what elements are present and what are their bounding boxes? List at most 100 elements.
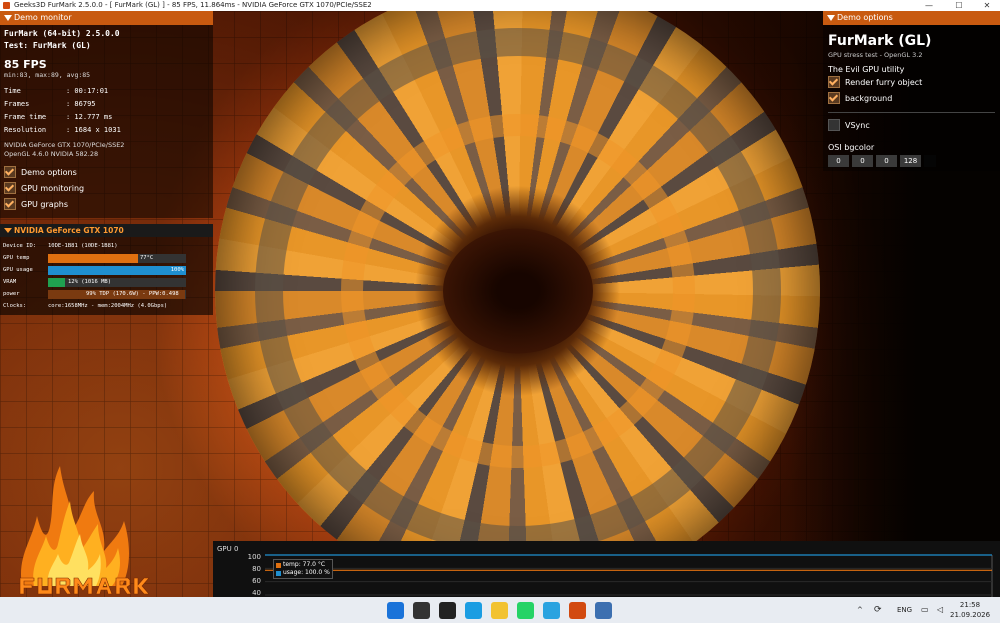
osi-bgcolor-inputs: 0 0 0 128: [828, 155, 995, 167]
furmark-app-icon: [3, 2, 10, 9]
stat-key: Resolution: [4, 126, 47, 134]
osi-blue-input[interactable]: 0: [876, 155, 897, 167]
gpu-monitoring-checkbox[interactable]: GPU monitoring: [4, 180, 209, 196]
legend-temp: temp: 77.0 °C: [276, 561, 330, 569]
background-checkbox[interactable]: background: [828, 90, 995, 106]
search-icon[interactable]: [413, 602, 430, 619]
legend-text: temp: 77.0 °C: [283, 561, 326, 568]
gpu-graph: GPU 0 100 80 60 40 temp: 77.0 °C usage: …: [213, 541, 1000, 597]
bar-fill: [48, 277, 65, 287]
evil-gpu-label: The Evil GPU utility: [828, 65, 905, 74]
whatsapp-icon[interactable]: [517, 602, 534, 619]
furmark-icon[interactable]: [569, 602, 586, 619]
stat-value: : 86795: [66, 100, 96, 108]
checkbox-unchecked-icon[interactable]: [828, 119, 840, 131]
window-title: Geeks3D FurMark 2.5.0.0 - [ FurMark (GL)…: [14, 1, 372, 9]
graph-legend: temp: 77.0 °C usage: 100.0 %: [273, 559, 333, 579]
demo-monitor-header[interactable]: Demo monitor: [0, 11, 213, 25]
clock[interactable]: 21:58 21.09.2026: [950, 600, 990, 620]
clock-date: 21.09.2026: [950, 611, 991, 619]
collapse-triangle-icon[interactable]: [827, 15, 835, 21]
gpu-temp-bar: 77°C: [48, 253, 186, 263]
bar-text: 99% TDP (170.6W) - PPW:0.498: [86, 290, 179, 297]
network-icon[interactable]: ▭: [921, 597, 929, 623]
test-name: Test: FurMark (GL): [4, 41, 91, 50]
fps-value: 85 FPS: [4, 58, 47, 71]
clocks-row: Clocks: core:1658MHz - mem:2004MHz (4.0Gb…: [3, 300, 210, 312]
checkbox-label: GPU monitoring: [21, 183, 85, 193]
checkbox-checked-icon[interactable]: [4, 166, 16, 178]
checkbox-checked-icon[interactable]: [828, 76, 840, 88]
osi-color-swatch[interactable]: [924, 155, 936, 167]
show-hidden-icons-chevron-icon[interactable]: ^: [857, 597, 863, 623]
y-tick-label: 40: [252, 589, 261, 597]
stat-row-frames: Frames: 86795: [4, 98, 209, 111]
bar-text: 77°C: [140, 254, 154, 261]
row-label: VRAM: [3, 279, 17, 285]
volume-icon[interactable]: ◁: [937, 597, 943, 623]
close-button[interactable]: ✕: [976, 0, 998, 11]
osi-green-input[interactable]: 0: [852, 155, 873, 167]
fps-range: min:83, max:89, avg:85: [4, 71, 91, 79]
maximize-button[interactable]: ☐: [948, 0, 970, 11]
stat-value: : 1684 x 1031: [66, 126, 121, 134]
stat-key: Time: [4, 87, 21, 95]
demo-subtitle: GPU stress test - OpenGL 3.2: [828, 51, 923, 59]
y-tick-label: 100: [248, 553, 261, 561]
row-label: Clocks:: [3, 303, 27, 309]
checkbox-label: background: [845, 93, 893, 103]
power-row: power 99% TDP (170.6W) - PPW:0.498: [3, 288, 210, 300]
checkbox-checked-icon[interactable]: [4, 198, 16, 210]
edge-icon[interactable]: [465, 602, 482, 619]
language-indicator[interactable]: ENG: [897, 597, 912, 623]
osi-red-input[interactable]: 0: [828, 155, 849, 167]
render-furry-object-checkbox[interactable]: Render furry object: [828, 74, 995, 90]
row-label: power: [3, 291, 20, 297]
clock-time: 21:58: [959, 601, 981, 609]
gpu-graphs-checkbox[interactable]: GPU graphs: [4, 196, 209, 212]
fur-center-hole: [442, 228, 593, 354]
opengl-version: OpenGL 4.6.0 NVIDIA 582.28: [4, 150, 99, 158]
bar-fill: [48, 265, 186, 275]
vram-row: VRAM 12% (1016 MB): [3, 276, 210, 288]
windows-taskbar: ^ ⟳ ENG ▭ ◁ 21:58 21.09.2026: [0, 597, 1000, 623]
media-player-icon[interactable]: [439, 602, 456, 619]
y-tick-label: 80: [252, 565, 261, 573]
demo-monitor-panel: Demo monitor FurMark (64-bit) 2.5.0.0 Te…: [0, 11, 213, 597]
checkbox-label: GPU graphs: [21, 199, 69, 209]
furmark-logo: [19, 466, 150, 595]
clocks-value: core:1658MHz - mem:2004MHz (4.0Gbps): [48, 303, 168, 309]
legend-swatch: [276, 570, 281, 576]
osi-bgcolor-label: OSI bgcolor: [828, 143, 875, 152]
app-icon[interactable]: [595, 602, 612, 619]
stat-value: : 00:17:01: [66, 87, 109, 95]
demo-options-header[interactable]: Demo options: [823, 11, 1000, 25]
checkbox-checked-icon[interactable]: [828, 92, 840, 104]
y-tick-label: 60: [252, 577, 261, 585]
gpu-monitor-header[interactable]: NVIDIA GeForce GTX 1070: [0, 224, 213, 237]
row-label: GPU usage: [3, 267, 33, 273]
gpu-usage-bar: 100%: [48, 265, 186, 275]
collapse-triangle-icon[interactable]: [4, 228, 12, 233]
power-bar: 99% TDP (170.6W) - PPW:0.498: [48, 289, 186, 299]
checkbox-label: Demo options: [21, 167, 77, 177]
osi-alpha-input[interactable]: 128: [900, 155, 921, 167]
demo-options-panel: Demo options FurMark (GL) GPU stress tes…: [823, 11, 1000, 171]
checkbox-checked-icon[interactable]: [4, 182, 16, 194]
vram-bar: 12% (1016 MB): [48, 277, 186, 287]
demo-title: FurMark (GL): [828, 33, 932, 49]
telegram-icon[interactable]: [543, 602, 560, 619]
minimize-button[interactable]: —: [918, 0, 940, 11]
vsync-checkbox[interactable]: VSync: [828, 117, 995, 133]
gpu-monitor-box: NVIDIA GeForce GTX 1070 Device ID: 10DE-1…: [0, 224, 213, 315]
start-icon[interactable]: [387, 602, 404, 619]
renderer-string: NVIDIA GeForce GTX 1070/PCIe/SSE2: [4, 141, 125, 149]
gpu-name: NVIDIA GeForce GTX 1070: [14, 226, 124, 235]
file-explorer-icon[interactable]: [491, 602, 508, 619]
collapse-triangle-icon[interactable]: [4, 15, 12, 21]
demo-options-checkbox[interactable]: Demo options: [4, 164, 209, 180]
device-id-value: 10DE-1B81 (10DE-1B81): [48, 243, 118, 249]
gpu-usage-row: GPU usage 100%: [3, 264, 210, 276]
sync-icon[interactable]: ⟳: [874, 597, 882, 623]
stat-key: Frame time: [4, 113, 47, 121]
